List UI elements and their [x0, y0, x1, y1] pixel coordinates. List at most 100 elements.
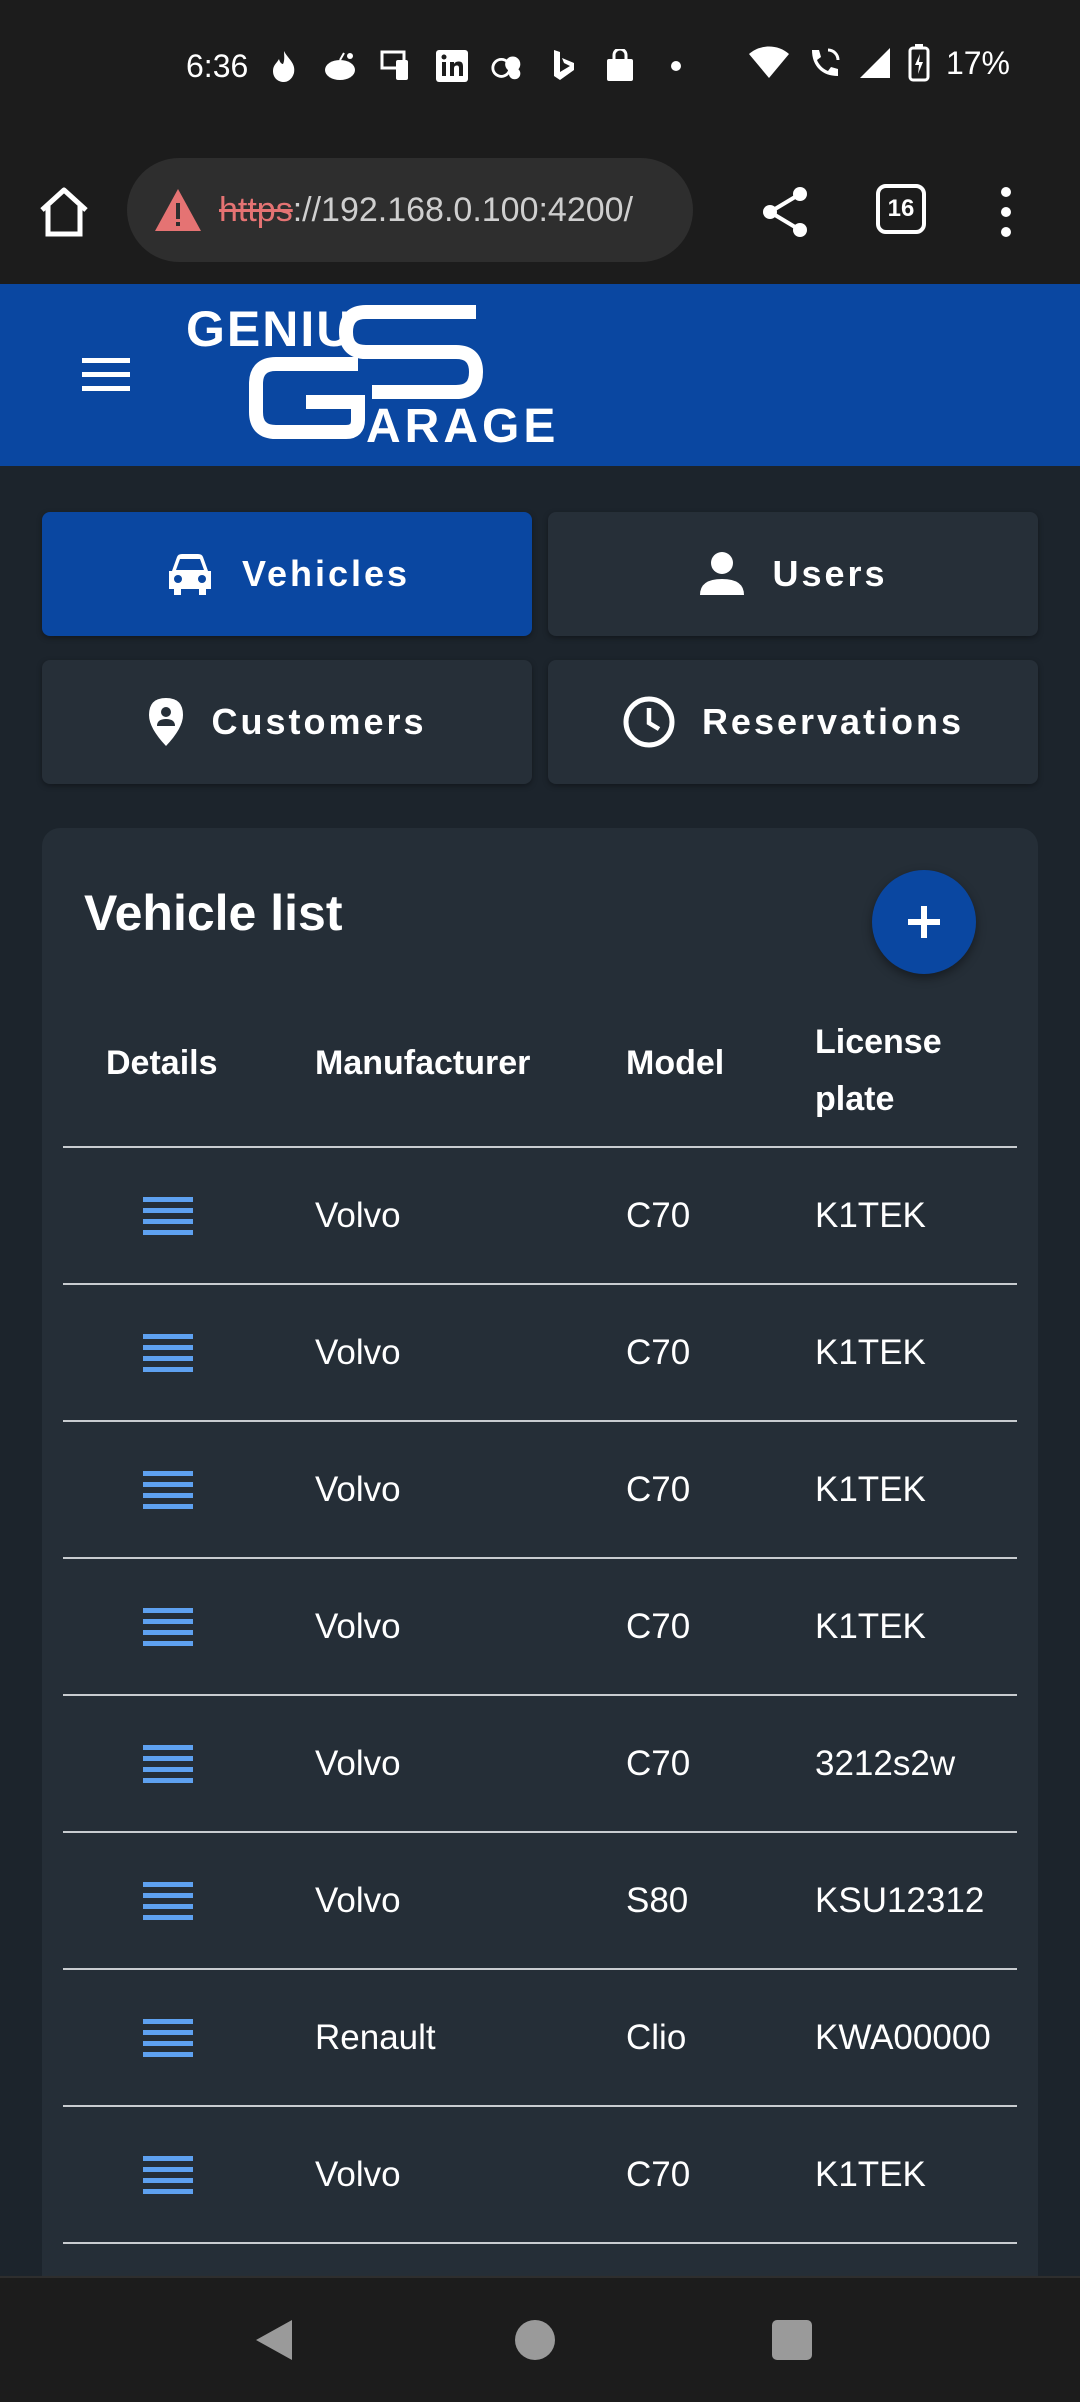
home-icon[interactable] [34, 182, 94, 242]
hamburger-menu-icon[interactable] [78, 350, 134, 398]
notification-icons [266, 48, 694, 84]
license-plate-cell: K1TEK [815, 2154, 926, 2194]
home-nav-icon[interactable] [515, 2320, 555, 2360]
nav-customers-label: Customers [211, 701, 427, 742]
battery-icon [908, 44, 930, 82]
manufacturer-cell: Volvo [315, 1195, 401, 1235]
license-plate-cell: 3212s2w [815, 1743, 956, 1783]
details-list-icon[interactable] [143, 1470, 193, 1509]
column-header-model[interactable]: Model [626, 1044, 724, 1083]
genius-garage-logo: GENIU ARAGE [186, 302, 555, 452]
nav-reservations-button[interactable]: Reservations [548, 660, 1038, 784]
nav-vehicles-label: Vehicles [241, 553, 411, 594]
details-list-icon[interactable] [143, 1744, 193, 1783]
url-scheme: https [219, 190, 293, 229]
license-plate-cell: K1TEK [815, 1195, 926, 1235]
model-cell: C70 [626, 1195, 691, 1235]
warning-icon[interactable] [153, 185, 203, 235]
license-plate-cell: K1TEK [815, 1469, 926, 1509]
details-cell [63, 1833, 273, 1968]
manufacturer-cell: Volvo [315, 1469, 401, 1509]
manufacturer-cell: Volvo [315, 1606, 401, 1646]
column-header-manufacturer[interactable]: Manufacturer [315, 1044, 530, 1083]
person-icon [700, 552, 745, 595]
nav-users-label: Users [772, 553, 888, 594]
clock-icon [623, 696, 675, 748]
details-cell [63, 1696, 273, 1831]
browser-toolbar: https://192.168.0.100:4200/ 16 [0, 140, 1080, 284]
url-host: ://192.168.0.100:4200/ [292, 190, 634, 229]
details-cell [63, 1970, 273, 2105]
license-plate-cell: K1TEK [815, 1606, 926, 1646]
status-time: 6:36 [186, 48, 249, 84]
location-pin-icon [149, 698, 184, 746]
nav-users-button[interactable]: Users [548, 512, 1038, 636]
tab-count: 16 [887, 195, 915, 222]
table-row: Volvo C70 K1TEK [63, 1148, 1017, 1285]
vehicle-list-title: Vehicle list [84, 885, 343, 941]
table-row: Volvo C70 3212s2w [63, 1696, 1017, 1833]
dot-icon [658, 48, 694, 84]
phone-link-icon [378, 48, 414, 84]
wifi-icon [748, 46, 789, 78]
model-cell: Clio [626, 2017, 687, 2057]
cloud-icon [490, 48, 526, 84]
signal-icon [859, 48, 890, 78]
app-header: GENIU ARAGE [0, 284, 1080, 466]
tab-switcher-button[interactable]: 16 [876, 184, 926, 234]
table-row: Volvo C70 K1TEK [63, 1559, 1017, 1696]
nav-customers-button[interactable]: Customers [42, 660, 532, 784]
details-list-icon[interactable] [143, 2018, 193, 2057]
back-icon[interactable] [252, 2318, 296, 2362]
svg-text:GENIU: GENIU [186, 302, 354, 357]
car-icon [168, 554, 211, 595]
details-list-icon[interactable] [143, 1607, 193, 1646]
license-plate-cell: KWA00000 [815, 2017, 991, 2057]
table-row: Volvo S80 KSU12312 [63, 1833, 1017, 1970]
table-row: Volvo C70 K1TEK [63, 2107, 1017, 2244]
license-plate-cell: KSU12312 [815, 1880, 985, 1920]
tinder-icon [266, 48, 302, 84]
reddit-icon [322, 48, 358, 84]
model-cell: C70 [626, 1743, 691, 1783]
license-plate-cell: K1TEK [815, 1332, 926, 1372]
manufacturer-cell: Renault [315, 2017, 436, 2057]
details-list-icon[interactable] [143, 1881, 193, 1920]
model-cell: C70 [626, 1469, 691, 1509]
details-cell [63, 1559, 273, 1694]
table-row: Volvo C70 K1TEK [63, 1422, 1017, 1559]
share-icon[interactable] [756, 182, 816, 242]
linkedin-icon [434, 48, 470, 84]
details-cell [63, 2107, 273, 2242]
more-options-icon[interactable] [990, 182, 1022, 242]
recents-icon[interactable] [772, 2320, 812, 2360]
details-list-icon[interactable] [143, 1333, 193, 1372]
table-row: Renault Clio KWA00000 [63, 1970, 1017, 2107]
details-list-icon[interactable] [143, 2155, 193, 2194]
table-row: Volvo C70 K1TEK [63, 1285, 1017, 1422]
add-vehicle-button[interactable] [872, 870, 976, 974]
details-cell [63, 1285, 273, 1420]
system-indicators: 17% [748, 44, 1010, 82]
vehicle-list-card: Vehicle list Details Manufacturer Model … [42, 828, 1038, 2308]
model-cell: C70 [626, 2154, 691, 2194]
address-bar[interactable]: https://192.168.0.100:4200/ [127, 158, 693, 262]
model-cell: C70 [626, 1606, 691, 1646]
model-cell: S80 [626, 1880, 689, 1920]
manufacturer-cell: Volvo [315, 2154, 401, 2194]
table-body: Volvo C70 K1TEK Volvo C70 K1TEK Volvo C70 K1TEK V… [63, 1148, 1017, 2244]
bing-icon [546, 48, 582, 84]
shopping-bag-icon [602, 48, 638, 84]
table-header: Details Manufacturer Model License plate [63, 986, 1017, 1148]
plus-icon [908, 906, 940, 938]
column-header-license-plate[interactable]: License plate [815, 1014, 1005, 1128]
vehicle-table: Details Manufacturer Model License plate… [63, 986, 1017, 2244]
details-cell [63, 1422, 273, 1557]
battery-percentage: 17% [945, 44, 1010, 81]
column-header-details[interactable]: Details [106, 1044, 218, 1083]
manufacturer-cell: Volvo [315, 1332, 401, 1372]
details-cell [63, 1148, 273, 1283]
url-text[interactable]: https://192.168.0.100:4200/ [219, 191, 679, 230]
details-list-icon[interactable] [143, 1196, 193, 1235]
nav-vehicles-button[interactable]: Vehicles [42, 512, 532, 636]
